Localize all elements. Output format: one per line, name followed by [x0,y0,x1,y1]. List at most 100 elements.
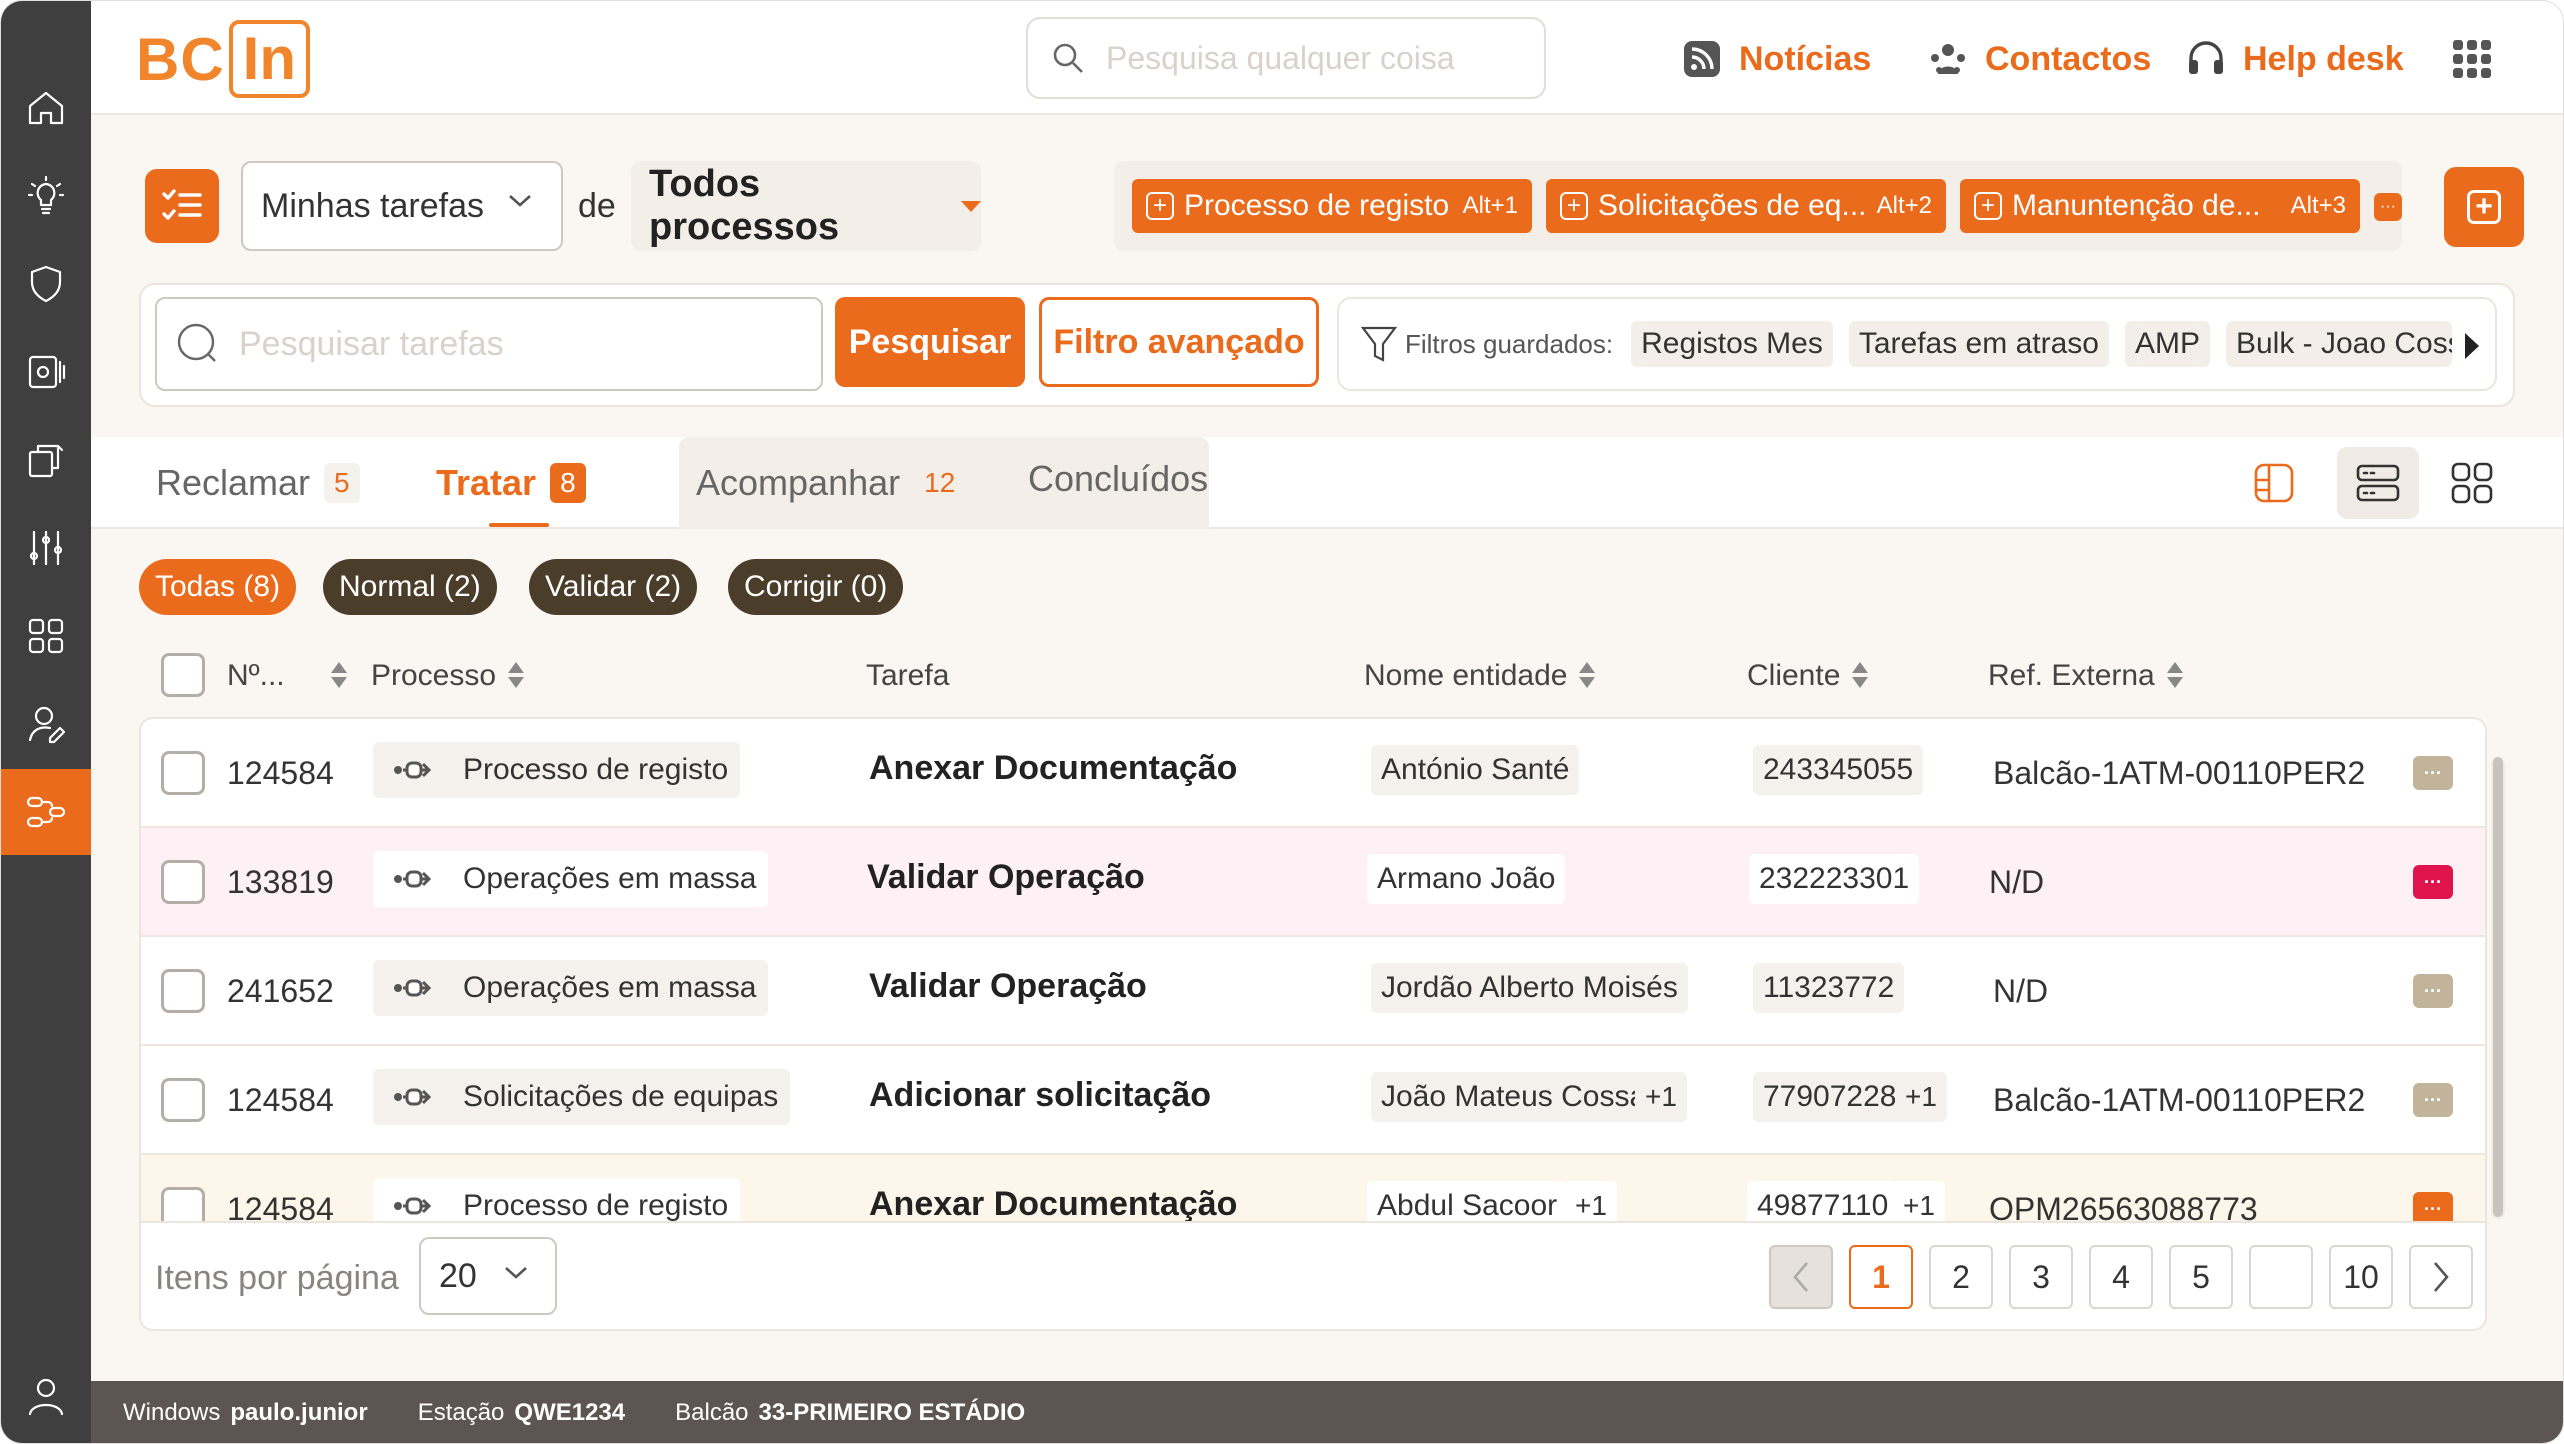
table-row[interactable]: 124584 Processo de registo Anexar Docume… [141,1155,2485,1223]
tab-acompanhar[interactable]: Acompanhar 12 [696,455,965,511]
quick-actions-more-button[interactable]: ··· [2374,193,2402,221]
app-logo[interactable]: BC In [136,17,310,101]
global-search-input[interactable] [1106,39,1526,77]
news-link[interactable]: Notícias [1681,31,1871,87]
row-checkbox[interactable] [161,751,205,795]
entity-more-count[interactable]: +1 [1635,1072,1687,1122]
table-row[interactable]: 241652 Operações em massa Validar Operaç… [141,937,2485,1046]
page-ellipsis [2249,1245,2313,1309]
quick-action-solicitacoes[interactable]: + Solicitações de eq... Alt+2 [1546,179,1946,233]
advanced-filter-button[interactable]: Filtro avançado [1039,297,1319,387]
plus-square-icon: + [1146,192,1174,220]
sidebar-item-settings[interactable] [1,329,91,415]
sort-icon[interactable] [508,662,525,690]
quick-action-manutencao[interactable]: + Manuntenção de... Alt+3 [1960,179,2360,233]
view-list-button[interactable] [2337,447,2419,519]
sidebar-item-security[interactable] [1,241,91,327]
helpdesk-link[interactable]: Help desk [2185,31,2404,87]
search-button[interactable]: Pesquisar [835,297,1025,387]
items-per-page-select[interactable]: 20 [419,1237,557,1315]
task-name[interactable]: Validar Operação [867,858,1145,897]
client-more-count[interactable]: +1 [1895,1072,1947,1122]
table-row[interactable]: 133819 Operações em massa Validar Operaç… [141,828,2485,937]
sort-icon[interactable] [2166,662,2183,690]
scrollbar-thumb[interactable] [2493,757,2503,1217]
sliders-icon [29,530,63,566]
column-header-entity[interactable]: Nome entidade [1364,659,1596,693]
saved-filter-chip[interactable]: AMP [2124,321,2210,367]
task-name[interactable]: Anexar Documentação [869,749,1237,788]
sidebar-item-documents[interactable] [1,417,91,503]
task-name[interactable]: Validar Operação [869,967,1147,1006]
task-name[interactable]: Anexar Documentação [869,1185,1237,1223]
row-actions-button[interactable]: ··· [2413,974,2453,1008]
tab-reclamar[interactable]: Reclamar 5 [156,455,360,511]
tab-concluidos[interactable]: Concluídos [1028,451,1208,507]
task-name[interactable]: Adicionar solicitação [869,1076,1211,1115]
table-scrollbar[interactable] [2491,757,2505,1219]
quick-action-registo[interactable]: + Processo de registo Alt+1 [1132,179,1532,233]
saved-filter-chip[interactable]: Bulk - Joao Cossa [2225,321,2452,367]
sidebar-item-adjustments[interactable] [1,505,91,591]
filter-chip-all[interactable]: Todas (8) [139,559,297,615]
tasks-menu-button[interactable] [145,169,219,243]
page-button-5[interactable]: 5 [2169,1245,2233,1309]
sidebar-item-profile[interactable] [1,1353,91,1439]
tab-tratar[interactable]: Tratar 8 [436,455,586,511]
select-all-checkbox[interactable] [161,653,205,697]
row-checkbox[interactable] [161,860,205,904]
sort-icon[interactable] [330,662,347,690]
global-search[interactable] [1026,17,1546,99]
sidebar-item-users[interactable] [1,681,91,767]
entity-more-count[interactable]: +1 [1565,1181,1617,1223]
sidebar-item-apps[interactable] [1,593,91,679]
row-actions-button[interactable]: ··· [2413,1083,2453,1117]
page-button-3[interactable]: 3 [2009,1245,2073,1309]
previous-page-button[interactable] [1769,1245,1833,1309]
page-button-4[interactable]: 4 [2089,1245,2153,1309]
row-checkbox[interactable] [161,1187,205,1223]
row-actions-button[interactable]: ··· [2413,1192,2453,1223]
new-task-button[interactable]: + [2444,167,2524,247]
filter-chip-corrigir[interactable]: Corrigir (0) [728,559,904,615]
page-button-2[interactable]: 2 [1929,1245,1993,1309]
column-header-process[interactable]: Processo [371,659,525,693]
sort-icon[interactable] [1579,662,1596,690]
row-checkbox[interactable] [161,1078,205,1122]
process-tag: Operações em massa [373,960,769,1016]
scroll-right-icon[interactable] [2465,333,2479,359]
client-more-count[interactable]: +1 [1893,1181,1945,1223]
split-view-icon [2254,463,2294,503]
row-actions-button[interactable]: ··· [2413,865,2453,899]
contacts-link[interactable]: Contactos [1927,31,2151,87]
page-button-10[interactable]: 10 [2329,1245,2393,1309]
view-split-button[interactable] [2233,447,2315,519]
table-row[interactable]: 124584 Solicitações de equipas Adicionar… [141,1046,2485,1155]
page-button-1[interactable]: 1 [1849,1245,1913,1309]
column-header-client[interactable]: Cliente [1747,659,1869,693]
saved-filter-chip[interactable]: Tarefas em atraso [1848,321,2109,367]
sidebar-item-home[interactable] [1,65,91,151]
row-checkbox[interactable] [161,969,205,1013]
task-search[interactable] [155,297,823,391]
saved-filter-chip[interactable]: Registos Mes [1631,321,1833,367]
sidebar-item-workflow[interactable] [1,769,91,855]
view-grid-button[interactable] [2431,447,2513,519]
grid-icon [28,618,64,654]
process-select[interactable]: Todos processos [631,161,981,251]
filter-chip-validar[interactable]: Validar (2) [529,559,698,615]
task-search-input[interactable] [239,324,799,364]
apps-menu-button[interactable] [2451,31,2493,87]
sort-icon[interactable] [1852,662,1869,690]
column-header-ref[interactable]: Ref. Externa [1988,659,2183,693]
filter-chip-normal[interactable]: Normal (2) [323,559,497,615]
task-scope-select[interactable]: Minhas tarefas [241,161,563,251]
table-row[interactable]: 124584 Processo de registo Anexar Docume… [141,719,2485,828]
next-page-button[interactable] [2409,1245,2473,1309]
sidebar [1,1,91,1443]
sidebar-item-ideas[interactable] [1,153,91,239]
column-header-number[interactable]: Nº... [227,659,347,693]
client-id: 232223301 [1749,854,1920,904]
process-name: Operações em massa [463,862,757,895]
row-actions-button[interactable]: ··· [2413,756,2453,790]
